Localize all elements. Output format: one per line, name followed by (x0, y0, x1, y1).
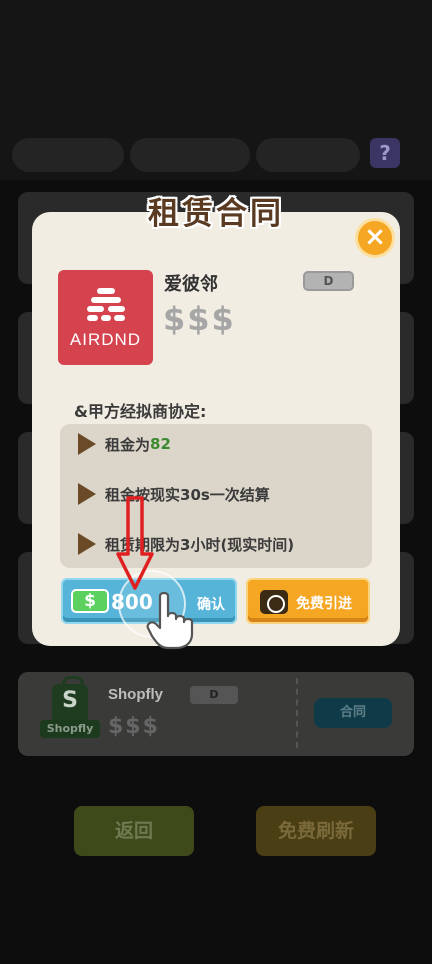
help-icon[interactable]: ? (370, 138, 400, 168)
confirm-label: 确认 (197, 597, 225, 613)
term-settlement: 租金按现实30s一次结算 (78, 482, 270, 506)
shopfly-logo: S Shopfly (40, 676, 100, 742)
terms-box: 租金为 82 租金按现实30s一次结算 租赁期限为3小时(现实时间) (60, 424, 372, 568)
down-arrow-icon (116, 496, 154, 590)
play-triangle-icon (78, 433, 96, 455)
brick-stack-icon (87, 288, 125, 322)
free-introduce-button[interactable]: 免费引进 (246, 578, 370, 624)
agreement-intro: &甲方经拟商协定: (74, 402, 207, 421)
company-logo-text: AIRDND (69, 330, 142, 349)
term-rent-value: 82 (150, 435, 171, 453)
free-introduce-label: 免费引进 (296, 596, 352, 612)
grade-badge: D (303, 271, 354, 291)
shopfly-grade-badge: D (190, 686, 238, 704)
price-level: $$$ (163, 300, 236, 338)
term-rent-label: 租金为 (105, 435, 151, 454)
close-icon[interactable]: × (355, 218, 395, 258)
background-stat-2 (130, 138, 250, 172)
term-duration: 租赁期限为3小时(现实时间) (78, 532, 294, 556)
cash-icon: $ (71, 589, 109, 613)
term-rent: 租金为 82 (78, 432, 171, 456)
company-logo: AIRDND (58, 270, 153, 365)
company-name: 爱彼邻 (164, 274, 218, 295)
shopfly-name: Shopfly (108, 686, 163, 703)
hand-pointer-icon (146, 592, 194, 650)
shopfly-divider (296, 678, 298, 748)
play-triangle-icon (78, 533, 96, 555)
shopfly-card: S Shopfly Shopfly D $$$ 合同 (18, 672, 414, 756)
play-triangle-icon (78, 483, 96, 505)
back-button[interactable]: 返回 (74, 806, 194, 856)
shopfly-logo-letter: S (62, 688, 78, 713)
free-refresh-button[interactable]: 免费刷新 (256, 806, 376, 856)
background-stat-3 (256, 138, 360, 172)
shopfly-price-level: $$$ (108, 714, 160, 739)
video-icon (260, 590, 288, 614)
shopfly-logo-tag: Shopfly (40, 720, 100, 738)
shopfly-contract-button[interactable]: 合同 (314, 698, 392, 728)
background-stat-1 (12, 138, 124, 172)
